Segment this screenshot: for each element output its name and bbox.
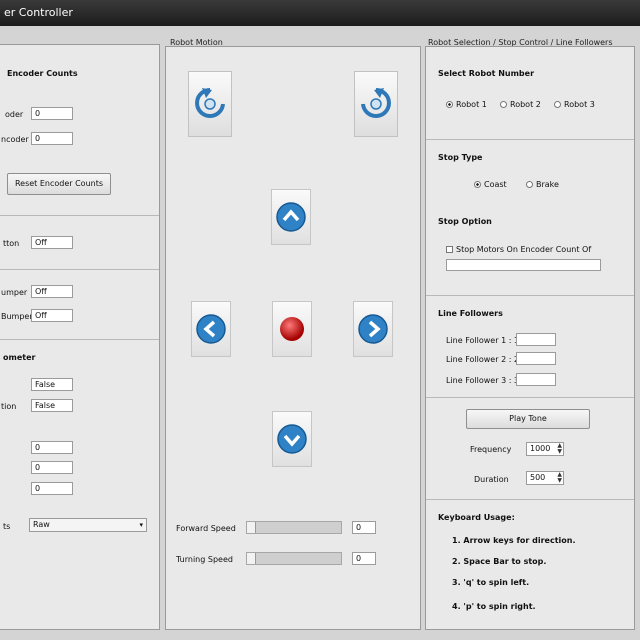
frequency-label: Frequency bbox=[470, 445, 512, 454]
line-follower1-value bbox=[516, 333, 556, 346]
line-follower3-value bbox=[516, 373, 556, 386]
coast-label: Coast bbox=[484, 180, 507, 189]
section-title: ometer bbox=[3, 353, 36, 362]
stop-on-encoder-checkbox[interactable] bbox=[446, 246, 453, 253]
line-follower1-label: Line Follower 1 : 1 bbox=[446, 336, 520, 345]
keyboard-usage-item: 4. 'p' to spin right. bbox=[452, 602, 536, 611]
spinner-arrows-icon[interactable]: ▲ ▼ bbox=[557, 472, 562, 484]
brake-label: Brake bbox=[536, 180, 559, 189]
status1-value: Off bbox=[31, 236, 73, 249]
robot-motion-panel: Forward Speed 0 Turning Speed 0 bbox=[165, 46, 421, 630]
forward-speed-label: Forward Speed bbox=[176, 524, 236, 533]
line-follower3-label: Line Follower 3 : 3 bbox=[446, 376, 520, 385]
line-follower2-label: Line Follower 2 : 2 bbox=[446, 355, 520, 364]
forward-button[interactable] bbox=[271, 189, 311, 245]
robot2-radio[interactable] bbox=[500, 101, 507, 108]
turning-speed-label: Turning Speed bbox=[176, 555, 233, 564]
duration-spinner[interactable]: 500 ▲ ▼ bbox=[526, 471, 564, 485]
brake-radio[interactable] bbox=[526, 181, 533, 188]
status3-label: Bumper bbox=[1, 312, 33, 321]
play-tone-button[interactable]: Play Tone bbox=[466, 409, 590, 429]
status2-value: Off bbox=[31, 285, 73, 298]
row1-value: False bbox=[31, 378, 73, 391]
status1-label: tton bbox=[3, 239, 20, 248]
turning-speed-thumb[interactable] bbox=[247, 553, 256, 564]
select-robot-title: Select Robot Number bbox=[438, 69, 535, 78]
status2-label: umper bbox=[1, 288, 28, 297]
encoder-panel: Encoder Counts oder 0 ncoder 0 Reset Enc… bbox=[0, 44, 160, 630]
turning-speed-slider[interactable] bbox=[246, 552, 342, 565]
encoder1-label: oder bbox=[5, 110, 24, 119]
row2-label: tion bbox=[1, 402, 17, 411]
arrow-up-icon bbox=[276, 202, 306, 232]
keyboard-usage-item: 2. Space Bar to stop. bbox=[452, 557, 547, 566]
reset-encoder-button[interactable]: Reset Encoder Counts bbox=[7, 173, 111, 195]
spinner-arrows-icon[interactable]: ▲ ▼ bbox=[557, 443, 562, 455]
number3-field: 0 bbox=[31, 482, 73, 495]
rotate-left-icon bbox=[195, 88, 225, 118]
stop-on-encoder-label: Stop Motors On Encoder Count Of bbox=[456, 245, 592, 254]
forward-speed-slider[interactable] bbox=[246, 521, 342, 534]
keyboard-usage-title: Keyboard Usage: bbox=[438, 513, 515, 522]
number2-field: 0 bbox=[31, 461, 73, 474]
arrow-left-icon bbox=[196, 314, 226, 344]
dropdown-label: ts bbox=[3, 522, 11, 531]
spin-right-button[interactable] bbox=[354, 71, 398, 137]
number1-field: 0 bbox=[31, 441, 73, 454]
rotate-right-icon bbox=[361, 88, 391, 118]
encoder1-value: 0 bbox=[31, 107, 73, 120]
units-dropdown[interactable]: Raw ▾ bbox=[29, 518, 147, 532]
encoder2-label: ncoder bbox=[1, 135, 29, 144]
arrow-down-icon bbox=[277, 424, 307, 454]
stop-option-title: Stop Option bbox=[438, 217, 492, 226]
window-title: er Controller bbox=[4, 6, 73, 19]
encoder-counts-title: Encoder Counts bbox=[7, 69, 78, 78]
robot1-radio[interactable] bbox=[446, 101, 453, 108]
stop-type-title: Stop Type bbox=[438, 153, 483, 162]
arrow-right-icon bbox=[358, 314, 388, 344]
keyboard-usage-item: 1. Arrow keys for direction. bbox=[452, 536, 576, 545]
forward-speed-value[interactable]: 0 bbox=[352, 521, 376, 534]
spin-left-button[interactable] bbox=[188, 71, 232, 137]
duration-value: 500 bbox=[530, 473, 546, 482]
units-dropdown-value: Raw bbox=[33, 520, 50, 529]
backward-button[interactable] bbox=[272, 411, 312, 467]
robot2-label: Robot 2 bbox=[510, 100, 541, 109]
frequency-spinner[interactable]: 1000 ▲ ▼ bbox=[526, 442, 564, 456]
forward-speed-thumb[interactable] bbox=[247, 522, 256, 533]
line-followers-title: Line Followers bbox=[438, 309, 503, 318]
duration-label: Duration bbox=[474, 475, 509, 484]
turning-speed-value[interactable]: 0 bbox=[352, 552, 376, 565]
robot3-label: Robot 3 bbox=[564, 100, 595, 109]
encoder2-value: 0 bbox=[31, 132, 73, 145]
robot-selection-panel: Select Robot Number Robot 1 Robot 2 Robo… bbox=[425, 46, 635, 630]
stop-button[interactable] bbox=[272, 301, 312, 357]
row2-value: False bbox=[31, 399, 73, 412]
robot1-label: Robot 1 bbox=[456, 100, 487, 109]
keyboard-usage-item: 3. 'q' to spin left. bbox=[452, 578, 530, 587]
title-bar: er Controller bbox=[0, 0, 640, 26]
frequency-value: 1000 bbox=[530, 444, 551, 453]
encoder-count-field[interactable] bbox=[446, 259, 601, 271]
right-button[interactable] bbox=[353, 301, 393, 357]
coast-radio[interactable] bbox=[474, 181, 481, 188]
left-button[interactable] bbox=[191, 301, 231, 357]
robot3-radio[interactable] bbox=[554, 101, 561, 108]
chevron-down-icon: ▾ bbox=[139, 521, 143, 529]
stop-icon bbox=[280, 317, 304, 341]
line-follower2-value bbox=[516, 352, 556, 365]
status3-value: Off bbox=[31, 309, 73, 322]
